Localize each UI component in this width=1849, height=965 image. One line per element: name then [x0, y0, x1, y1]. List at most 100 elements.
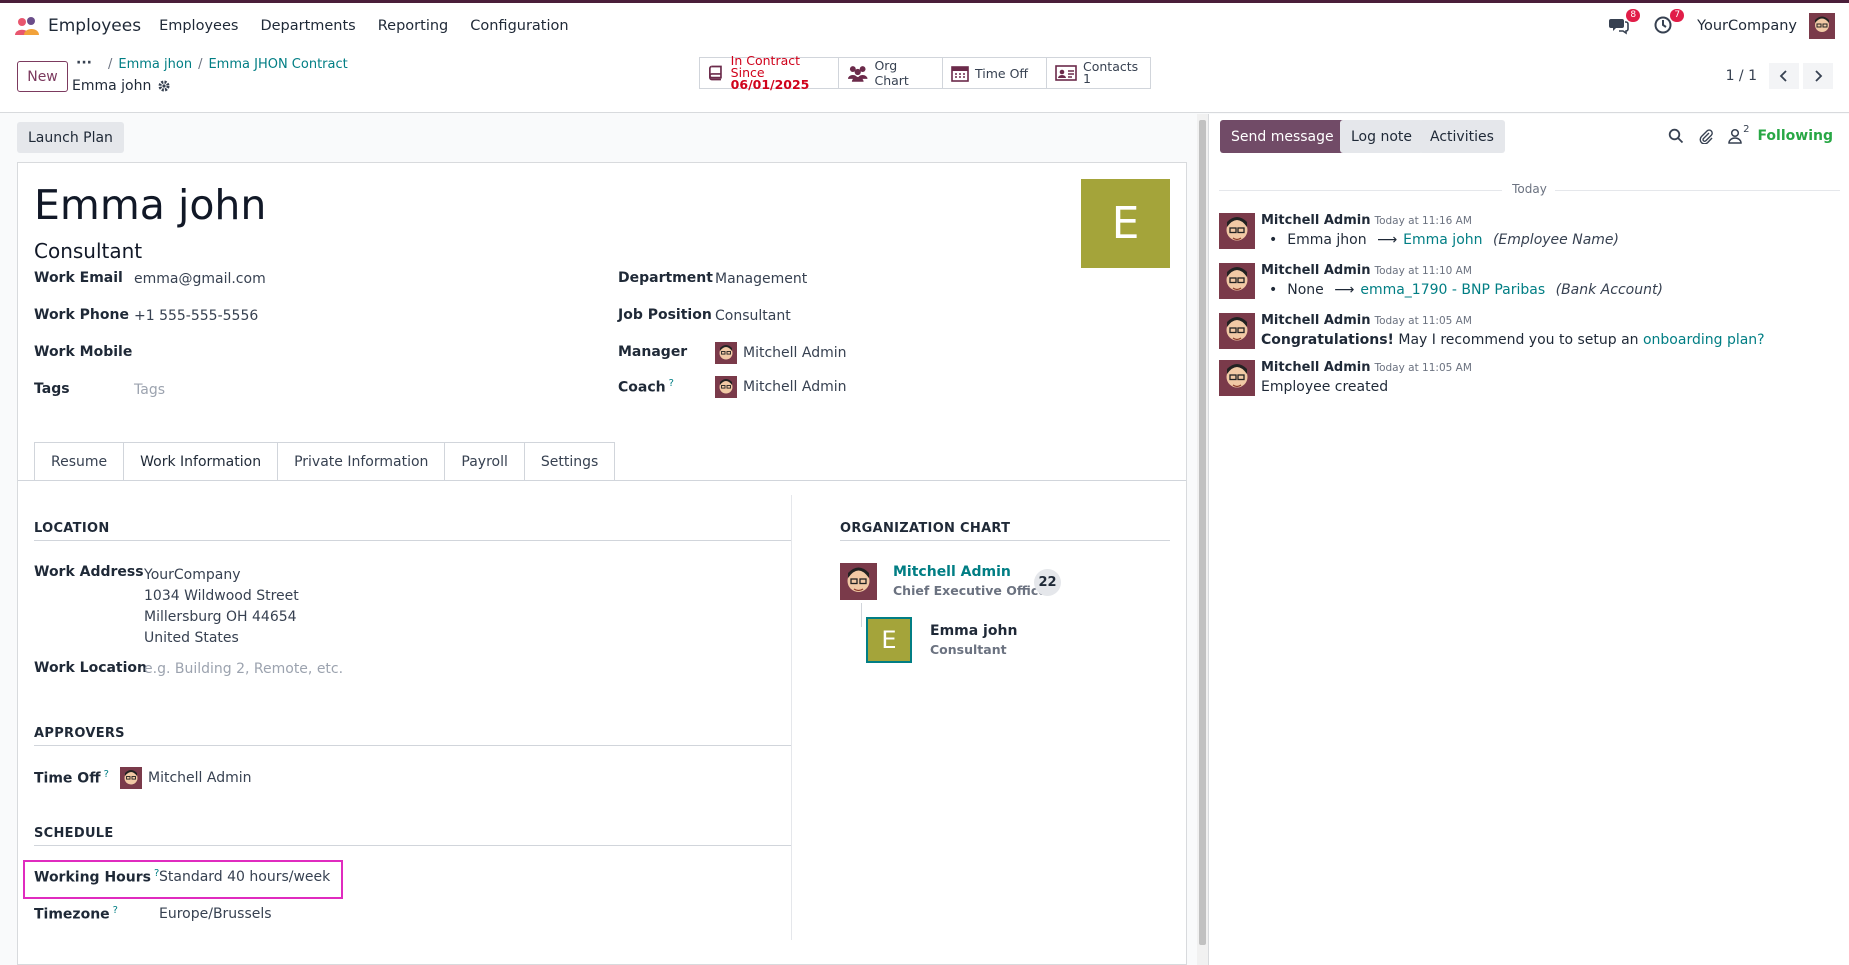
employee-avatar[interactable]: E: [1081, 179, 1170, 268]
help-icon[interactable]: ?: [113, 905, 118, 916]
work-location-label: Work Location: [34, 660, 148, 676]
message-bold-text: Congratulations!: [1261, 332, 1394, 348]
tags-label: Tags: [34, 381, 70, 397]
work-mobile-field[interactable]: [134, 345, 434, 363]
breadcrumb-separator: /: [198, 57, 203, 72]
contacts-smart-button[interactable]: Contacts 1: [1047, 58, 1150, 88]
message-header: Mitchell Admin Today at 11:10 AM: [1261, 263, 1472, 278]
tab-payroll[interactable]: Payroll: [444, 442, 525, 480]
org-subordinates-count[interactable]: 22: [1034, 569, 1061, 596]
app-name[interactable]: Employees: [48, 16, 141, 36]
menu-employees[interactable]: Employees: [159, 18, 238, 34]
org-chart-section-title: ORGANIZATION CHART: [840, 521, 1011, 536]
followers-button[interactable]: 2: [1728, 124, 1749, 144]
date-divider-line: [1555, 190, 1840, 191]
breadcrumb-more-icon[interactable]: ···: [76, 55, 92, 71]
form-scrollbar-thumb[interactable]: [1199, 120, 1206, 945]
org-employee-title: Consultant: [930, 642, 1007, 657]
tab-private-information[interactable]: Private Information: [277, 442, 446, 480]
org-chart-smart-button[interactable]: Org Chart: [839, 58, 943, 88]
activities-button[interactable]: Activities: [1419, 120, 1505, 153]
coach-field[interactable]: Mitchell Admin: [715, 376, 847, 398]
breadcrumb-separator: /: [108, 57, 113, 72]
user-icon: [1728, 128, 1742, 144]
time-off-approver-label: Time Off?: [34, 769, 109, 787]
message-header: Mitchell Admin Today at 11:05 AM: [1261, 360, 1472, 375]
message-author[interactable]: Mitchell Admin: [1261, 213, 1370, 228]
help-icon[interactable]: ?: [104, 769, 109, 780]
message-author[interactable]: Mitchell Admin: [1261, 263, 1370, 278]
followers-count: 2: [1743, 124, 1750, 135]
new-button[interactable]: New: [17, 61, 68, 92]
author-avatar[interactable]: [1219, 263, 1255, 299]
onboarding-plan-link[interactable]: onboarding plan?: [1643, 332, 1765, 348]
menu-configuration[interactable]: Configuration: [470, 18, 568, 34]
user-avatar-icon[interactable]: [1809, 13, 1835, 39]
author-avatar[interactable]: [1219, 360, 1255, 396]
message-header: Mitchell Admin Today at 11:05 AM: [1261, 313, 1472, 328]
work-phone-field[interactable]: +1 555-555-5556: [134, 308, 258, 324]
tags-field[interactable]: Tags: [134, 382, 165, 398]
chevron-left-icon: [1779, 70, 1787, 82]
work-location-field[interactable]: e.g. Building 2, Remote, etc.: [144, 661, 343, 677]
working-hours-field[interactable]: Standard 40 hours/week: [159, 869, 330, 885]
tab-resume[interactable]: Resume: [34, 442, 125, 480]
date-divider-label: Today: [1502, 182, 1557, 196]
tracking-field-name: (Employee Name): [1492, 232, 1619, 248]
org-manager[interactable]: Mitchell Admin Chief Executive Officer: [893, 564, 1053, 598]
next-record-button[interactable]: [1803, 63, 1833, 89]
chevron-right-icon: [1815, 70, 1823, 82]
launch-plan-button[interactable]: Launch Plan: [17, 122, 124, 153]
paperclip-icon[interactable]: [1698, 128, 1714, 144]
time-off-approver-field[interactable]: Mitchell Admin: [120, 767, 252, 789]
user-avatar-icon: [715, 376, 737, 398]
author-avatar[interactable]: [1219, 313, 1255, 349]
author-avatar[interactable]: [1219, 213, 1255, 249]
department-field[interactable]: Management: [715, 271, 807, 287]
manager-avatar[interactable]: [840, 563, 877, 600]
contacts-count: 1: [1083, 71, 1091, 86]
tracking-field-name: (Bank Account): [1555, 282, 1663, 298]
company-switcher[interactable]: YourCompany: [1697, 18, 1797, 34]
org-chart-label: Org Chart: [874, 58, 909, 88]
help-icon[interactable]: ?: [669, 378, 674, 389]
menu-departments[interactable]: Departments: [260, 18, 355, 34]
send-message-button[interactable]: Send message: [1220, 120, 1345, 153]
search-icon[interactable]: [1668, 128, 1684, 144]
employee-name[interactable]: Emma john: [34, 181, 266, 229]
gear-icon[interactable]: [157, 79, 171, 93]
messages-badge: 8: [1626, 9, 1641, 22]
work-email-field[interactable]: emma@gmail.com: [134, 271, 266, 287]
breadcrumb-contract[interactable]: Emma JHON Contract: [208, 57, 347, 72]
following-button[interactable]: Following: [1757, 128, 1833, 144]
activities-button[interactable]: 7: [1653, 9, 1685, 37]
breadcrumb-employee[interactable]: Emma jhon: [118, 57, 192, 72]
notebook-tabs: Resume Work Information Private Informat…: [34, 442, 616, 481]
employees-app-icon: [15, 17, 39, 35]
log-note-button[interactable]: Log note: [1340, 120, 1423, 153]
org-employee-avatar: E: [866, 617, 912, 663]
user-avatar-icon: [715, 342, 737, 364]
time-off-approver-label-text: Time Off: [34, 770, 101, 787]
approvers-section-title: APPROVERS: [34, 726, 125, 741]
message-author[interactable]: Mitchell Admin: [1261, 360, 1370, 375]
bullet: •: [1269, 282, 1278, 298]
previous-record-button[interactable]: [1769, 63, 1799, 89]
messaging-button[interactable]: 8: [1609, 9, 1641, 37]
menu-reporting[interactable]: Reporting: [378, 18, 449, 34]
employee-job-title[interactable]: Consultant: [34, 239, 142, 263]
message-text: Employee created: [1261, 379, 1389, 395]
tab-settings[interactable]: Settings: [523, 442, 616, 480]
work-address-field[interactable]: YourCompany 1034 Wildwood Street Millers…: [144, 565, 299, 649]
message-author[interactable]: Mitchell Admin: [1261, 313, 1370, 328]
app-logo[interactable]: Employees: [14, 16, 141, 36]
job-position-field[interactable]: Consultant: [715, 308, 791, 324]
org-manager-name[interactable]: Mitchell Admin: [893, 564, 1053, 580]
message-text: May I recommend you to setup an: [1398, 332, 1639, 348]
timezone-field[interactable]: Europe/Brussels: [159, 906, 272, 922]
contract-smart-button[interactable]: In Contract Since 06/01/2025: [700, 54, 839, 91]
tab-work-information[interactable]: Work Information: [123, 442, 279, 481]
time-off-smart-button[interactable]: Time Off: [943, 58, 1047, 88]
pager-value[interactable]: 1 / 1: [1726, 68, 1757, 84]
manager-field[interactable]: Mitchell Admin: [715, 342, 847, 364]
